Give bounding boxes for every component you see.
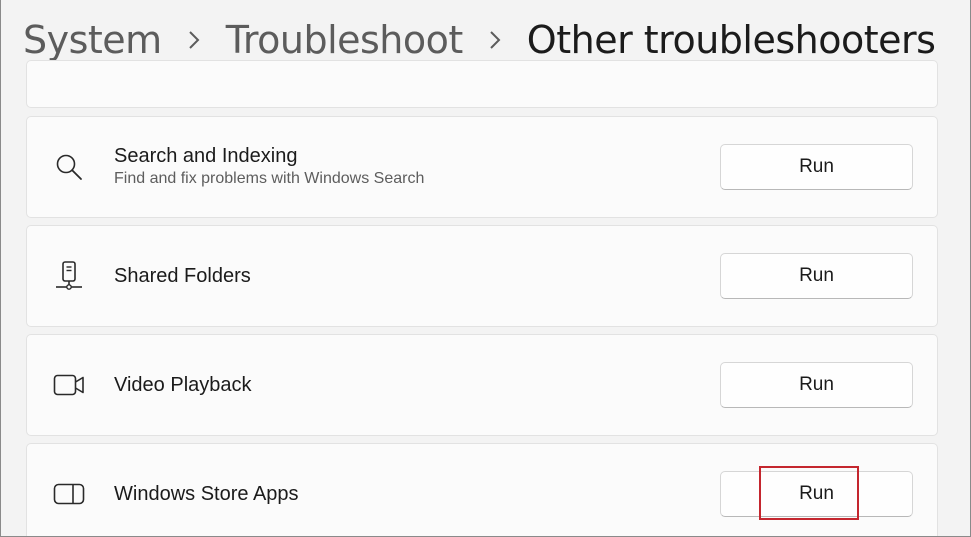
run-button-video-playback[interactable]: Run (720, 362, 913, 408)
troubleshooter-search-indexing: Search and Indexing Find and fix problem… (26, 116, 938, 218)
search-icon (53, 151, 85, 183)
troubleshooter-text: Shared Folders (114, 264, 251, 288)
run-button-shared-folders[interactable]: Run (720, 253, 913, 299)
troubleshooter-title: Windows Store Apps (114, 483, 299, 505)
run-button-windows-store-apps[interactable]: Run (720, 471, 913, 517)
chevron-right-icon (162, 14, 226, 66)
chevron-right-icon (463, 14, 527, 66)
breadcrumb-item-system[interactable]: System (23, 18, 162, 62)
store-apps-icon (53, 478, 85, 510)
troubleshooter-text: Search and Indexing Find and fix problem… (114, 144, 424, 190)
run-button-search-indexing[interactable]: Run (720, 144, 913, 190)
troubleshooter-shared-folders: Shared Folders Run (26, 225, 938, 327)
troubleshooter-windows-store-apps: Windows Store Apps Run (26, 443, 938, 536)
troubleshooter-description: Find and fix problems with Windows Searc… (114, 170, 425, 187)
breadcrumb: System Troubleshoot Other troubleshooter… (23, 14, 936, 66)
troubleshooter-title: Video Playback (114, 374, 252, 396)
settings-window: System Troubleshoot Other troubleshooter… (0, 0, 971, 537)
troubleshooter-video-playback: Video Playback Run (26, 334, 938, 436)
troubleshooter-text: Windows Store Apps (114, 482, 299, 506)
troubleshooter-text: Video Playback (114, 373, 252, 397)
troubleshooter-title: Search and Indexing (114, 145, 298, 167)
troubleshooter-card-partial (26, 60, 938, 108)
shared-folder-icon (53, 260, 85, 292)
troubleshooter-title: Shared Folders (114, 265, 251, 287)
page-title: Other troubleshooters (526, 18, 936, 62)
breadcrumb-item-troubleshoot[interactable]: Troubleshoot (226, 18, 464, 62)
video-camera-icon (53, 369, 85, 401)
